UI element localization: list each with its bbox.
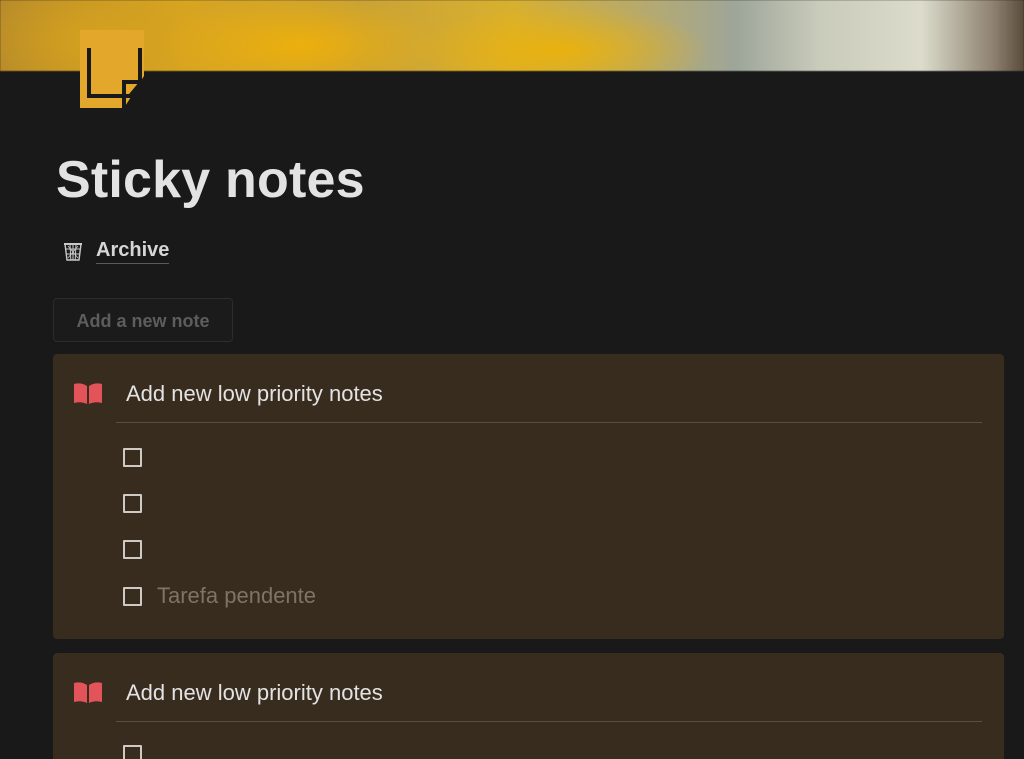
note-title[interactable]: Add new low priority notes — [126, 381, 383, 407]
todo-checkbox[interactable] — [123, 493, 142, 513]
basket-icon — [62, 240, 84, 262]
todo-checkbox[interactable] — [123, 744, 142, 759]
note-card[interactable]: Add new low priority notes — [53, 653, 1004, 759]
page-title[interactable]: Sticky notes — [56, 150, 365, 210]
todo-item — [123, 488, 157, 518]
note-header: Add new low priority notes — [53, 653, 1004, 721]
todo-item — [123, 442, 157, 472]
todo-checkbox[interactable] — [123, 447, 142, 467]
note-title[interactable]: Add new low priority notes — [126, 680, 383, 706]
divider — [116, 422, 982, 423]
todo-item: Tarefa pendente — [123, 581, 316, 611]
open-book-icon[interactable] — [72, 382, 104, 406]
note-card[interactable]: Add new low priority notes Tarefa penden… — [53, 354, 1004, 639]
notion-page: Sticky notes Archive Add a new note Add … — [0, 0, 1024, 759]
archive-link-label: Archive — [96, 239, 170, 264]
open-book-icon[interactable] — [72, 681, 104, 705]
sticky-note-icon[interactable] — [74, 24, 154, 110]
todo-text[interactable]: Tarefa pendente — [157, 583, 316, 609]
archive-link[interactable]: Archive — [62, 236, 170, 266]
todo-checkbox[interactable] — [123, 586, 142, 606]
todo-item — [123, 739, 157, 759]
divider — [116, 721, 982, 722]
note-header: Add new low priority notes — [53, 354, 1004, 422]
add-new-note-button[interactable]: Add a new note — [53, 298, 233, 342]
todo-item — [123, 534, 157, 564]
todo-checkbox[interactable] — [123, 539, 142, 559]
